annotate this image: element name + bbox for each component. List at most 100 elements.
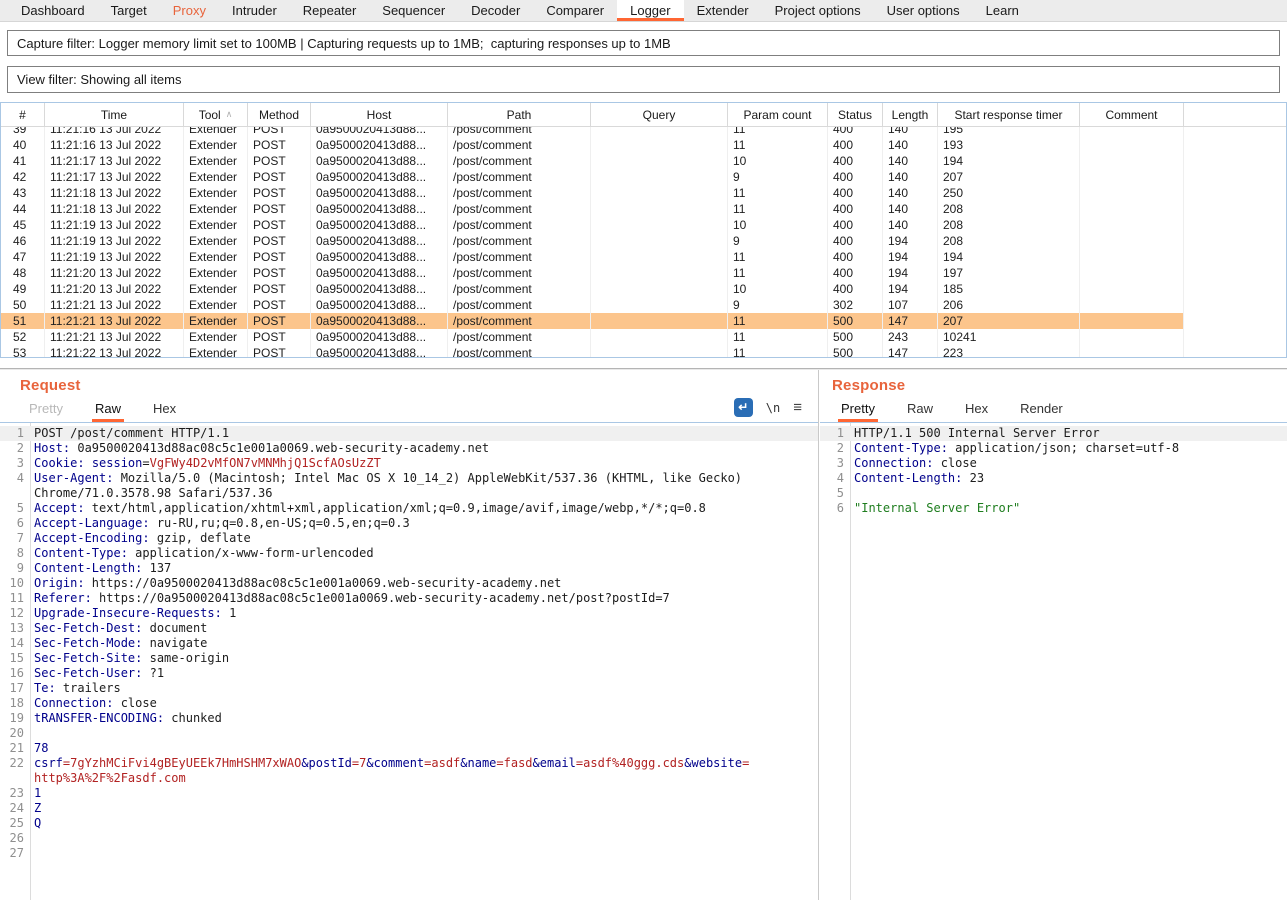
menu-tab-comparer[interactable]: Comparer — [533, 0, 617, 21]
show-newlines-icon[interactable]: \n — [766, 401, 780, 415]
cell-comment — [1080, 201, 1184, 217]
cell-length: 140 — [883, 137, 938, 153]
menu-tab-project-options[interactable]: Project options — [762, 0, 874, 21]
cell-status: 400 — [828, 265, 883, 281]
cell-method: POST — [248, 345, 311, 358]
line-text: 78 — [30, 741, 48, 756]
menu-tab-logger[interactable]: Logger — [617, 0, 683, 21]
log-row-48[interactable]: 4811:21:20 13 Jul 2022ExtenderPOST0a9500… — [1, 265, 1286, 281]
cell-method: POST — [248, 201, 311, 217]
response-editor[interactable]: 1HTTP/1.1 500 Internal Server Error2Cont… — [820, 423, 1287, 900]
cell-query — [591, 233, 728, 249]
cell-length: 140 — [883, 185, 938, 201]
line-number — [0, 486, 30, 501]
menu-tab-learn[interactable]: Learn — [973, 0, 1032, 21]
cell-param_count: 9 — [728, 233, 828, 249]
line-number: 1 — [0, 426, 30, 441]
column-header-label: Comment — [1105, 108, 1157, 122]
menu-tab-proxy[interactable]: Proxy — [160, 0, 219, 21]
cell-length: 194 — [883, 265, 938, 281]
menu-tab-sequencer[interactable]: Sequencer — [369, 0, 458, 21]
cell-host: 0a9500020413d88... — [311, 329, 448, 345]
column-header-length[interactable]: Length — [883, 103, 938, 126]
column-header-status[interactable]: Status — [828, 103, 883, 126]
request-editor[interactable]: 1POST /post/comment HTTP/1.12Host: 0a950… — [0, 423, 818, 900]
column-header-method[interactable]: Method — [248, 103, 311, 126]
cell-filler — [1184, 297, 1286, 313]
response-tab-raw[interactable]: Raw — [904, 401, 936, 422]
column-header-param-count[interactable]: Param count — [728, 103, 828, 126]
cell-host: 0a9500020413d88... — [311, 217, 448, 233]
log-row-46[interactable]: 4611:21:19 13 Jul 2022ExtenderPOST0a9500… — [1, 233, 1286, 249]
cell-tool: Extender — [184, 185, 248, 201]
column-header-label: Query — [643, 108, 676, 122]
response-tab-hex[interactable]: Hex — [962, 401, 991, 422]
column-header-tool[interactable]: Tool∧ — [184, 103, 248, 126]
cell-tool: Extender — [184, 233, 248, 249]
log-row-53[interactable]: 5311:21:22 13 Jul 2022ExtenderPOST0a9500… — [1, 345, 1286, 358]
request-tab-raw[interactable]: Raw — [92, 401, 124, 422]
cell-id: 53 — [1, 345, 45, 358]
log-row-40[interactable]: 4011:21:16 13 Jul 2022ExtenderPOST0a9500… — [1, 137, 1286, 153]
cell-host: 0a9500020413d88... — [311, 281, 448, 297]
cell-tool: Extender — [184, 137, 248, 153]
column-header-start-response-timer[interactable]: Start response timer — [938, 103, 1080, 126]
request-line-wrap-23: http%3A%2F%2Fasdf.com — [0, 771, 818, 786]
menu-tab-dashboard[interactable]: Dashboard — [8, 0, 98, 21]
cell-method: POST — [248, 185, 311, 201]
log-row-52[interactable]: 5211:21:21 13 Jul 2022ExtenderPOST0a9500… — [1, 329, 1286, 345]
log-row-44[interactable]: 4411:21:18 13 Jul 2022ExtenderPOST0a9500… — [1, 201, 1286, 217]
editor-menu-icon[interactable]: ≡ — [793, 398, 802, 417]
column-header-query[interactable]: Query — [591, 103, 728, 126]
panel-vertical-divider[interactable] — [818, 370, 819, 900]
line-text: Connection: close — [30, 696, 157, 711]
log-row-49[interactable]: 4911:21:20 13 Jul 2022ExtenderPOST0a9500… — [1, 281, 1286, 297]
cell-time: 11:21:21 13 Jul 2022 — [45, 313, 184, 329]
request-line-22: 22csrf=7gYzhMCiFvi4gBEyUEEk7HmHSHM7xWAO&… — [0, 756, 818, 771]
log-row-42[interactable]: 4211:21:17 13 Jul 2022ExtenderPOST0a9500… — [1, 169, 1286, 185]
log-row-41[interactable]: 4111:21:17 13 Jul 2022ExtenderPOST0a9500… — [1, 153, 1286, 169]
column-header--[interactable]: # — [1, 103, 45, 126]
cell-comment — [1080, 297, 1184, 313]
cell-method: POST — [248, 153, 311, 169]
log-row-47[interactable]: 4711:21:19 13 Jul 2022ExtenderPOST0a9500… — [1, 249, 1286, 265]
log-row-51[interactable]: 5111:21:21 13 Jul 2022ExtenderPOST0a9500… — [1, 313, 1286, 329]
menu-tab-intruder[interactable]: Intruder — [219, 0, 290, 21]
log-row-45[interactable]: 4511:21:19 13 Jul 2022ExtenderPOST0a9500… — [1, 217, 1286, 233]
request-tab-pretty[interactable]: Pretty — [26, 401, 66, 422]
cell-start_response_timer: 197 — [938, 265, 1080, 281]
cell-query — [591, 201, 728, 217]
column-header-time[interactable]: Time — [45, 103, 184, 126]
word-wrap-icon[interactable]: ↵ — [734, 398, 753, 417]
menu-tab-extender[interactable]: Extender — [684, 0, 762, 21]
cell-start_response_timer: 207 — [938, 313, 1080, 329]
response-tab-pretty[interactable]: Pretty — [838, 401, 878, 422]
editor-panels: Request PrettyRawHex ↵ \n ≡ 1POST /post/… — [0, 370, 1287, 900]
response-tab-render[interactable]: Render — [1017, 401, 1066, 422]
menu-tab-repeater[interactable]: Repeater — [290, 0, 369, 21]
log-row-43[interactable]: 4311:21:18 13 Jul 2022ExtenderPOST0a9500… — [1, 185, 1286, 201]
cell-query — [591, 329, 728, 345]
view-filter-bar[interactable]: View filter: Showing all items — [7, 66, 1280, 93]
cell-comment — [1080, 281, 1184, 297]
menu-tab-user-options[interactable]: User options — [874, 0, 973, 21]
request-tab-hex[interactable]: Hex — [150, 401, 179, 422]
cell-query — [591, 153, 728, 169]
capture-filter-bar[interactable]: Capture filter: Logger memory limit set … — [7, 30, 1280, 56]
log-row-50[interactable]: 5011:21:21 13 Jul 2022ExtenderPOST0a9500… — [1, 297, 1286, 313]
cell-comment — [1080, 217, 1184, 233]
column-header-comment[interactable]: Comment — [1080, 103, 1184, 126]
cell-param_count: 11 — [728, 329, 828, 345]
request-line-20: 20 — [0, 726, 818, 741]
cell-tool: Extender — [184, 249, 248, 265]
column-header-path[interactable]: Path — [448, 103, 591, 126]
menu-tab-decoder[interactable]: Decoder — [458, 0, 533, 21]
menu-tab-target[interactable]: Target — [98, 0, 160, 21]
cell-query — [591, 249, 728, 265]
line-number: 10 — [0, 576, 30, 591]
line-text: Sec-Fetch-Mode: navigate — [30, 636, 207, 651]
cell-host: 0a9500020413d88... — [311, 137, 448, 153]
cell-param_count: 11 — [728, 249, 828, 265]
line-number: 4 — [0, 471, 30, 486]
column-header-host[interactable]: Host — [311, 103, 448, 126]
